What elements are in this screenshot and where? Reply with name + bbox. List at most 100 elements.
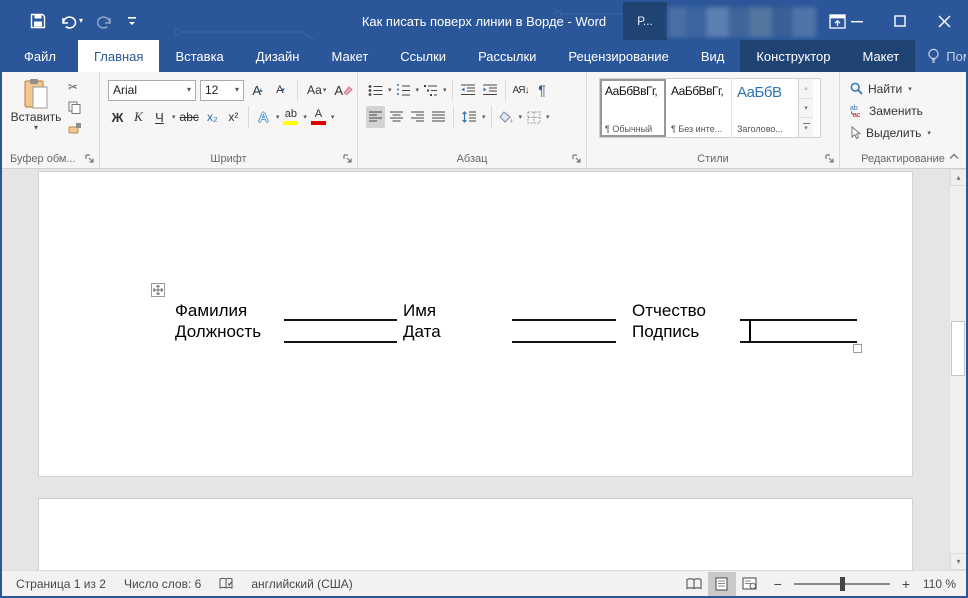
page-indicator[interactable]: Страница 1 из 2 — [2, 577, 115, 591]
bullets-button[interactable] — [366, 79, 385, 101]
sort-button[interactable]: АЯ↓ — [511, 79, 531, 101]
change-case-button[interactable]: Аа▾ — [305, 79, 328, 101]
decrease-indent-button[interactable] — [458, 79, 478, 101]
clear-formatting-button[interactable]: А — [332, 79, 355, 101]
qat-customize-button[interactable] — [127, 15, 137, 27]
bold-button[interactable]: Ж — [108, 106, 127, 128]
shrink-font-button[interactable]: А▾ — [271, 79, 290, 101]
font-name-combo[interactable]: Arial ▾ — [108, 80, 196, 101]
line-spacing-dropdown-arrow[interactable]: ▾ — [482, 113, 486, 121]
close-button[interactable] — [927, 2, 961, 40]
show-marks-button[interactable]: ¶ — [532, 79, 551, 101]
zoom-slider-thumb[interactable] — [840, 577, 845, 591]
scroll-down-button[interactable]: ▾ — [950, 553, 966, 570]
zoom-out-button[interactable]: − — [770, 576, 786, 592]
font-name-dropdown-arrow[interactable]: ▾ — [187, 86, 191, 94]
tab-file[interactable]: Файл — [2, 40, 78, 72]
undo-button[interactable]: ▾ — [60, 14, 83, 29]
tab-home[interactable]: Главная — [78, 40, 159, 72]
table-cell-blank-line[interactable] — [740, 341, 857, 343]
align-left-button[interactable] — [366, 106, 385, 128]
tab-design[interactable]: Дизайн — [240, 40, 316, 72]
tab-references[interactable]: Ссылки — [384, 40, 462, 72]
table-cell-blank-line[interactable] — [284, 319, 397, 321]
web-layout-button[interactable] — [736, 572, 764, 596]
tab-table-design[interactable]: Конструктор — [740, 40, 846, 72]
paste-button[interactable]: Вставить ▾ — [10, 78, 62, 154]
proofing-status[interactable] — [210, 577, 242, 591]
table-cell-label[interactable]: Подпись — [632, 322, 699, 342]
copy-button[interactable] — [68, 101, 81, 114]
subscript-button[interactable]: x₂ — [203, 106, 222, 128]
table-cell-label[interactable]: Фамилия — [175, 301, 247, 321]
tab-mailings[interactable]: Рассылки — [462, 40, 552, 72]
table-cell-blank-line[interactable] — [512, 319, 616, 321]
increase-indent-button[interactable] — [480, 79, 500, 101]
select-dropdown-arrow[interactable]: ▾ — [927, 129, 931, 137]
underline-dropdown-arrow[interactable]: ▾ — [172, 113, 176, 121]
font-size-dropdown-arrow[interactable]: ▾ — [235, 86, 239, 94]
styles-scroll-down-button[interactable]: ▾ — [799, 99, 813, 119]
borders-dropdown-arrow[interactable]: ▾ — [546, 113, 550, 121]
paragraph-dialog-launcher[interactable] — [572, 154, 582, 164]
font-color-dropdown-arrow[interactable]: ▾ — [331, 113, 335, 121]
numbering-dropdown-arrow[interactable]: ▾ — [416, 86, 420, 94]
table-cell-blank-line[interactable] — [512, 341, 616, 343]
read-mode-button[interactable] — [680, 572, 708, 596]
shading-dropdown-arrow[interactable]: ▾ — [519, 113, 523, 121]
zoom-percentage[interactable]: 110 % — [920, 577, 966, 591]
zoom-slider[interactable] — [794, 583, 890, 585]
style-item-heading1[interactable]: АаБбВ Заголово... — [732, 79, 798, 137]
scrollbar-thumb[interactable] — [951, 321, 965, 376]
align-right-button[interactable] — [408, 106, 427, 128]
find-button[interactable]: Найти ▾ — [850, 80, 931, 97]
table-resize-handle[interactable] — [853, 344, 862, 353]
find-dropdown-arrow[interactable]: ▾ — [908, 85, 912, 93]
multilevel-dropdown-arrow[interactable]: ▾ — [443, 86, 447, 94]
minimize-button[interactable] — [840, 2, 874, 40]
text-effects-button[interactable]: А — [254, 106, 273, 128]
table-move-handle[interactable] — [151, 283, 165, 297]
scroll-up-button[interactable]: ▴ — [950, 169, 966, 186]
bullets-dropdown-arrow[interactable]: ▾ — [388, 86, 392, 94]
table-cell-label[interactable]: Имя — [403, 301, 436, 321]
zoom-in-button[interactable]: + — [898, 576, 914, 592]
multilevel-list-button[interactable] — [421, 79, 440, 101]
vertical-scrollbar[interactable]: ▴ ▾ — [949, 169, 966, 570]
superscript-button[interactable]: x² — [224, 106, 243, 128]
strikethrough-button[interactable]: abc — [178, 106, 201, 128]
page-2[interactable] — [38, 498, 913, 570]
line-spacing-button[interactable] — [459, 106, 479, 128]
table-cell-label[interactable]: Отчество — [632, 301, 706, 321]
redo-button[interactable] — [97, 14, 113, 29]
tell-me-assistant[interactable]: Помощн — [915, 40, 968, 72]
clipboard-dialog-launcher[interactable] — [85, 154, 95, 164]
tab-view[interactable]: Вид — [685, 40, 741, 72]
language-indicator[interactable]: английский (США) — [242, 577, 361, 591]
tab-table-layout[interactable]: Макет — [846, 40, 915, 72]
borders-button[interactable] — [524, 106, 543, 128]
align-center-button[interactable] — [387, 106, 406, 128]
styles-scroll-up-button[interactable]: ▴ — [799, 79, 813, 99]
underline-button[interactable]: Ч — [150, 106, 169, 128]
font-size-combo[interactable]: 12 ▾ — [200, 80, 244, 101]
paste-dropdown-arrow[interactable]: ▾ — [34, 124, 38, 132]
tab-layout[interactable]: Макет — [315, 40, 384, 72]
replace-button[interactable]: abac Заменить — [850, 102, 931, 119]
cut-button[interactable]: ✂ — [68, 80, 82, 94]
page-1[interactable] — [38, 171, 913, 477]
table-cell-blank-line[interactable] — [740, 319, 857, 321]
grow-font-button[interactable]: А▴ — [248, 79, 267, 101]
undo-dropdown-arrow[interactable]: ▾ — [79, 17, 83, 25]
text-effects-dropdown-arrow[interactable]: ▾ — [276, 113, 280, 121]
select-button[interactable]: Выделить ▾ — [850, 124, 931, 141]
highlight-dropdown-arrow[interactable]: ▾ — [303, 113, 307, 121]
styles-more-button[interactable]: ▾ — [799, 118, 813, 137]
table-cell-label[interactable]: Дата — [403, 322, 441, 342]
justify-button[interactable] — [429, 106, 448, 128]
tab-insert[interactable]: Вставка — [159, 40, 239, 72]
format-painter-button[interactable] — [68, 121, 82, 134]
numbering-button[interactable] — [394, 79, 413, 101]
styles-dialog-launcher[interactable] — [825, 154, 835, 164]
font-dialog-launcher[interactable] — [343, 154, 353, 164]
